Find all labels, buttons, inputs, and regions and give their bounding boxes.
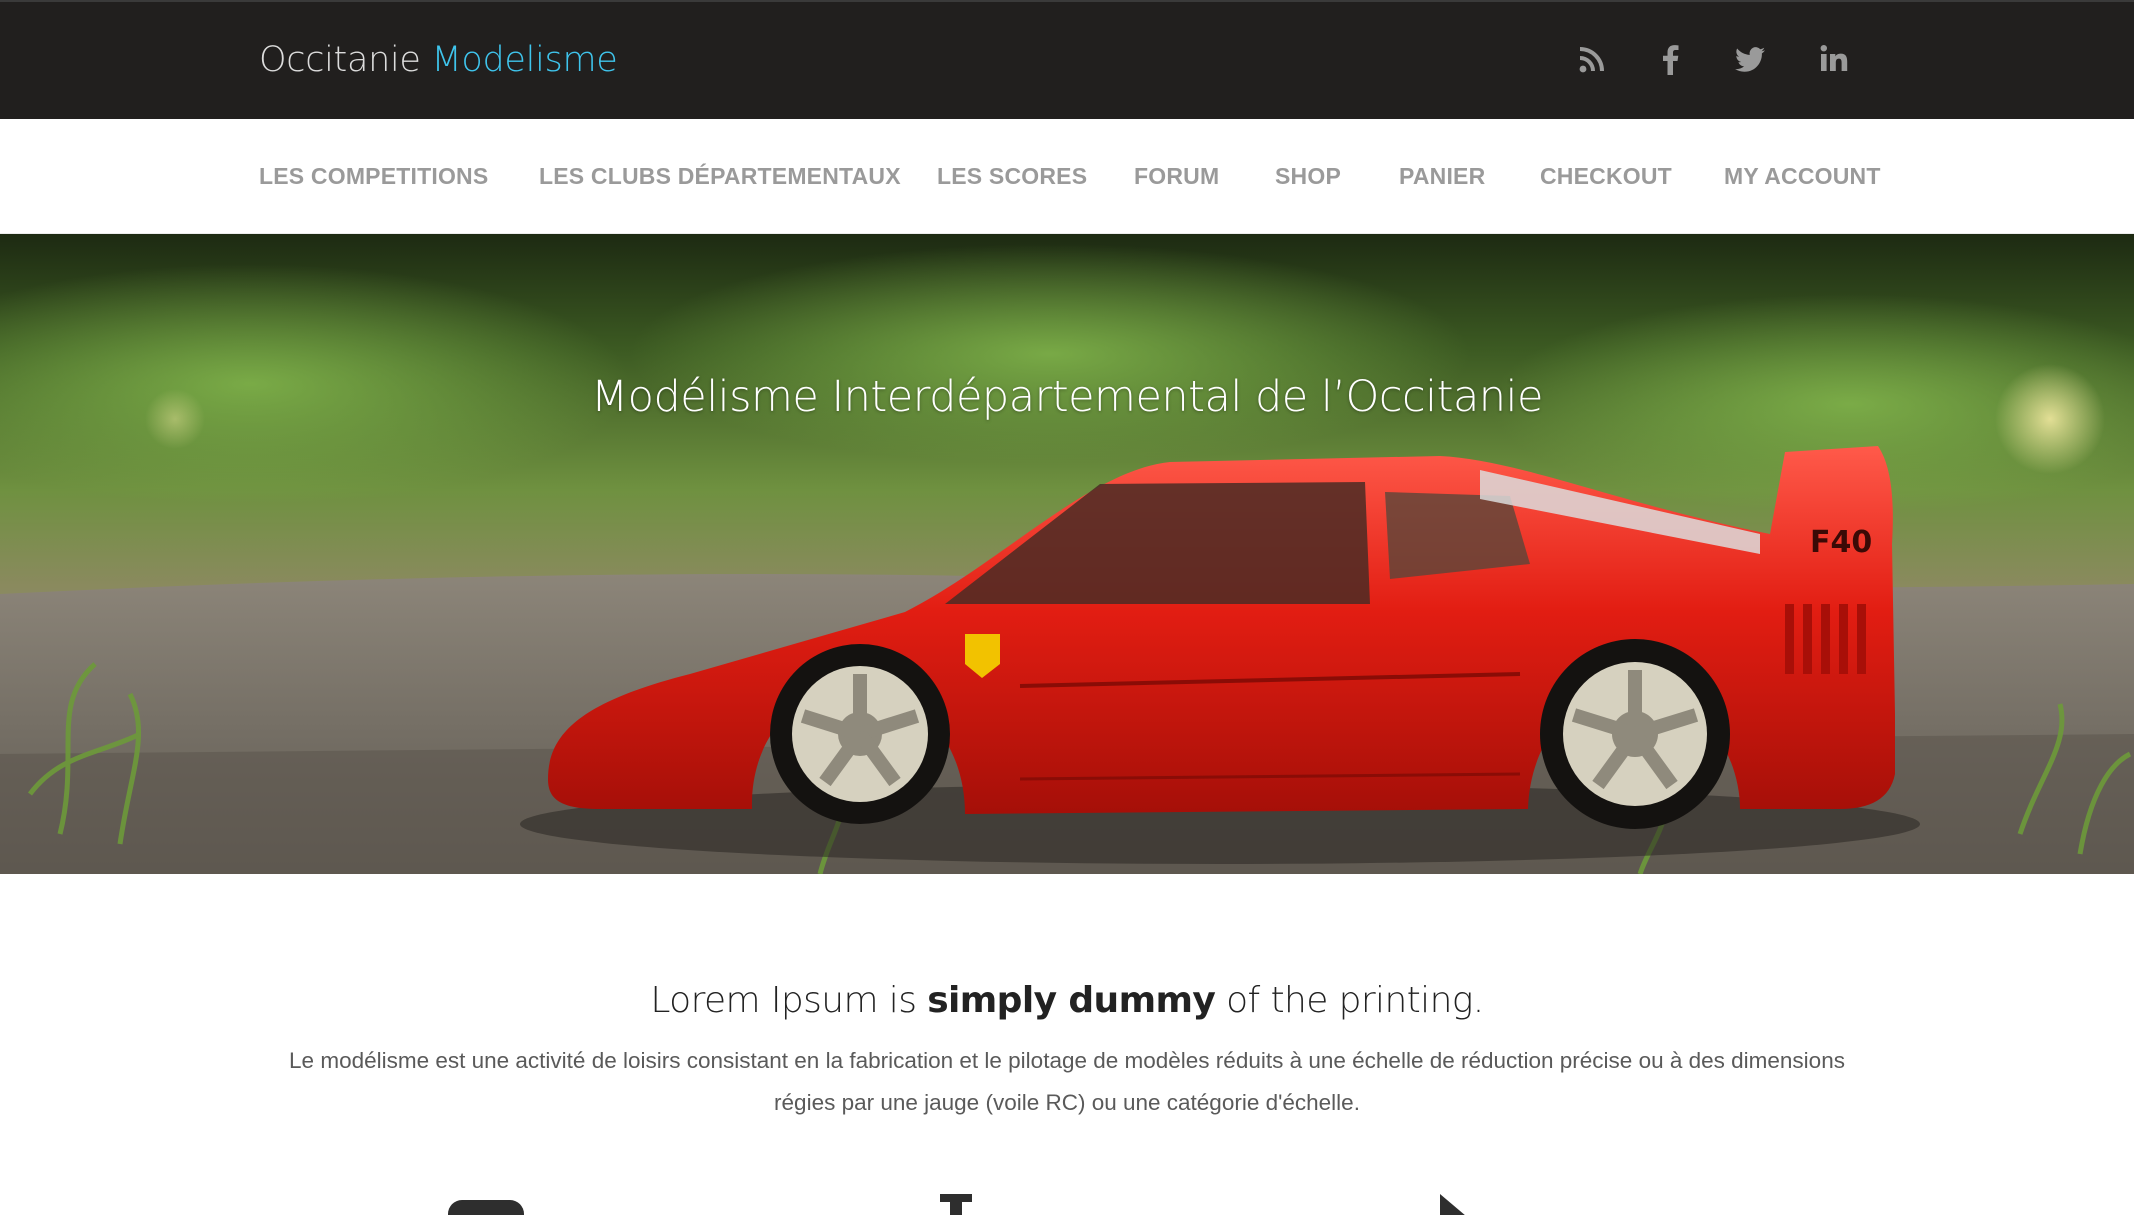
intro-headline: Lorem Ipsum is simply dummy of the print… — [0, 980, 2134, 1021]
nav-item-competitions[interactable]: LES COMPETITIONS — [259, 163, 488, 190]
brand-name-part2: Modelisme — [431, 40, 618, 80]
site-logo[interactable]: Occitanie Modelisme — [259, 40, 618, 80]
nav-item-checkout[interactable]: CHECKOUT — [1540, 163, 1672, 190]
hero-banner: F40 Modélisme Interdépartemental de l’Oc… — [0, 234, 2134, 874]
nav-item-panier[interactable]: PANIER — [1399, 163, 1485, 190]
feature-icon-3 — [1436, 1190, 1476, 1215]
nav-item-clubs[interactable]: LES CLUBS DÉPARTEMENTAUX — [539, 163, 901, 190]
hero-image: F40 — [0, 234, 2134, 874]
feature-icon-2 — [936, 1190, 976, 1215]
headline-suffix: of the printing. — [1215, 980, 1484, 1021]
rss-icon[interactable] — [1575, 42, 1609, 76]
intro-paragraph: Le modélisme est une activité de loisirs… — [289, 1048, 1845, 1115]
brand-name-part1: Occitanie — [259, 40, 421, 80]
headline-prefix: Lorem Ipsum is — [650, 980, 928, 1021]
hero-title: Modélisme Interdépartemental de l’Occita… — [591, 372, 1543, 422]
nav-item-scores[interactable]: LES SCORES — [937, 163, 1087, 190]
nav-item-my-account[interactable]: MY ACCOUNT — [1724, 163, 1881, 190]
feature-icon-1 — [446, 1190, 526, 1215]
car-badge: F40 — [1810, 525, 1872, 560]
nav-item-shop[interactable]: SHOP — [1275, 163, 1341, 190]
nav-item-forum[interactable]: FORUM — [1134, 163, 1219, 190]
facebook-icon[interactable] — [1654, 42, 1688, 76]
linkedin-icon[interactable] — [1817, 42, 1851, 76]
top-header: Occitanie Modelisme — [0, 0, 2134, 119]
main-navigation: LES COMPETITIONS LES CLUBS DÉPARTEMENTAU… — [0, 119, 2134, 234]
twitter-icon[interactable] — [1733, 42, 1767, 76]
headline-bold: simply dummy — [927, 980, 1216, 1021]
